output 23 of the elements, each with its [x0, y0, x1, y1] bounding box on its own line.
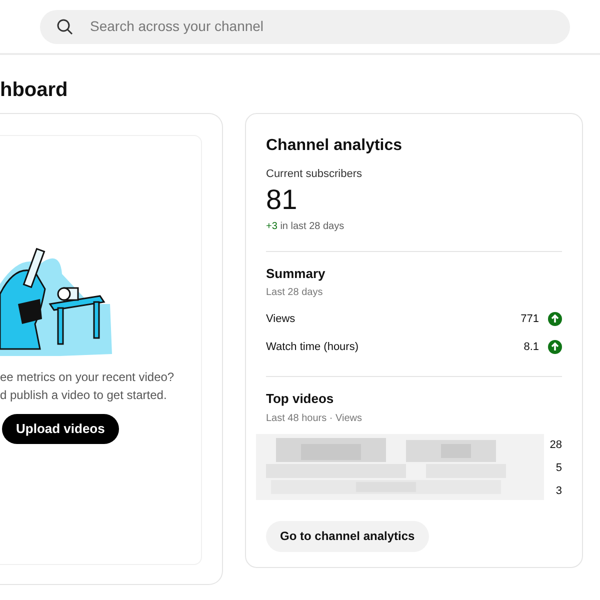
- metric-value: 771: [520, 312, 539, 327]
- go-to-analytics-button[interactable]: Go to channel analytics: [266, 520, 429, 552]
- metric-label: Views: [266, 312, 296, 327]
- video-view-count: 28: [550, 438, 562, 452]
- subscribers-label: Current subscribers: [266, 167, 363, 182]
- empty-state-text: d publish a video to get started.: [0, 387, 168, 404]
- page-title: hboard: [0, 78, 69, 103]
- metric-value: 8.1: [524, 340, 539, 355]
- search-field[interactable]: Search across your channel: [40, 10, 570, 44]
- search-input[interactable]: Search across your channel: [90, 16, 554, 37]
- video-view-count: 5: [556, 460, 562, 476]
- card-title: Channel analytics: [266, 136, 404, 156]
- section-title: Summary: [266, 264, 326, 283]
- empty-state-text: ee metrics on your recent video?: [0, 369, 176, 386]
- section-period: Last 28 days: [266, 286, 324, 300]
- subscriber-change: +3 in last 28 days: [266, 220, 346, 234]
- metric-label: Watch time (hours): [266, 340, 360, 355]
- search-icon: [56, 18, 74, 36]
- upload-videos-button[interactable]: Upload videos: [2, 414, 119, 444]
- subscriber-count: 81: [266, 182, 298, 216]
- section-title: Top videos: [266, 390, 335, 408]
- section-period: Last 48 hours · Views: [266, 412, 363, 426]
- video-view-count: 3: [556, 484, 562, 498]
